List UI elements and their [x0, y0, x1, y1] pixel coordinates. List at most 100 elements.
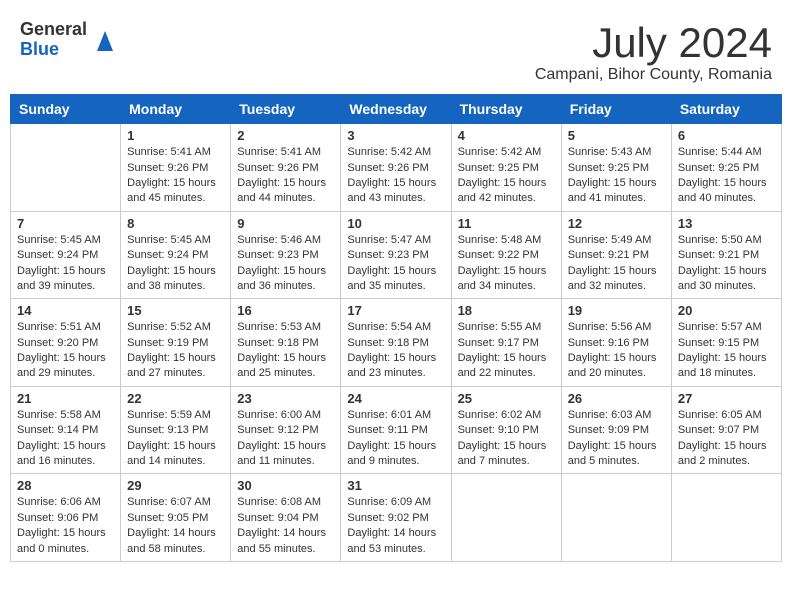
calendar-day-cell: 5 Sunrise: 5:43 AM Sunset: 9:25 PM Daylig…: [561, 124, 671, 212]
page-header: General Blue July 2024 Campani, Bihor Co…: [10, 10, 782, 89]
day-number: 4: [458, 128, 555, 143]
calendar-day-cell: 13Sunrise: 5:50 AM Sunset: 9:21 PM Dayli…: [671, 211, 781, 299]
day-info: Sunrise: 5:49 AM Sunset: 9:21 PM Dayligh…: [568, 233, 665, 295]
calendar-day-cell: 28Sunrise: 6:06 AM Sunset: 9:06 PM Dayli…: [11, 474, 121, 562]
day-info: Sunrise: 5:46 AM Sunset: 9:23 PM Dayligh…: [237, 233, 334, 295]
day-of-week-header: Friday: [561, 95, 671, 124]
calendar-day-cell: [451, 474, 561, 562]
day-number: 18: [458, 303, 555, 318]
calendar-day-cell: 3 Sunrise: 5:42 AM Sunset: 9:26 PM Daylig…: [341, 124, 451, 212]
day-info: Sunrise: 5:54 AM Sunset: 9:18 PM Dayligh…: [347, 320, 444, 382]
calendar-day-cell: 23 Sunrise: 6:00 AM Sunset: 9:12 PM Dayli…: [231, 386, 341, 474]
day-info: Sunrise: 5:56 AM Sunset: 9:16 PM Dayligh…: [568, 320, 665, 382]
logo-icon: [95, 29, 115, 51]
calendar-day-cell: 16Sunrise: 5:53 AM Sunset: 9:18 PM Dayli…: [231, 299, 341, 387]
day-info: Sunrise: 5:51 AM Sunset: 9:20 PM Dayligh…: [17, 320, 114, 382]
calendar-day-cell: 2 Sunrise: 5:41 AM Sunset: 9:26 PM Daylig…: [231, 124, 341, 212]
day-info: Sunrise: 5:41 AM Sunset: 9:26 PM Dayligh…: [127, 145, 224, 207]
day-number: 2: [237, 128, 334, 143]
logo-general-text: General: [20, 20, 87, 40]
calendar-day-cell: 20Sunrise: 5:57 AM Sunset: 9:15 PM Dayli…: [671, 299, 781, 387]
day-number: 23: [237, 391, 334, 406]
day-info: Sunrise: 5:48 AM Sunset: 9:22 PM Dayligh…: [458, 233, 555, 295]
day-number: 15: [127, 303, 224, 318]
calendar-day-cell: 4 Sunrise: 5:42 AM Sunset: 9:25 PM Daylig…: [451, 124, 561, 212]
calendar-day-cell: 9 Sunrise: 5:46 AM Sunset: 9:23 PM Daylig…: [231, 211, 341, 299]
calendar-day-cell: 6Sunrise: 5:44 AM Sunset: 9:25 PM Daylig…: [671, 124, 781, 212]
day-info: Sunrise: 6:08 AM Sunset: 9:04 PM Dayligh…: [237, 495, 334, 557]
calendar-day-cell: 31 Sunrise: 6:09 AM Sunset: 9:02 PM Dayli…: [341, 474, 451, 562]
calendar-week-row: 21 Sunrise: 5:58 AM Sunset: 9:14 PM Dayli…: [11, 386, 782, 474]
calendar-day-cell: 19 Sunrise: 5:56 AM Sunset: 9:16 PM Dayli…: [561, 299, 671, 387]
day-number: 6: [678, 128, 775, 143]
calendar-day-cell: 12 Sunrise: 5:49 AM Sunset: 9:21 PM Dayli…: [561, 211, 671, 299]
calendar-day-cell: 21 Sunrise: 5:58 AM Sunset: 9:14 PM Dayli…: [11, 386, 121, 474]
day-info: Sunrise: 5:57 AM Sunset: 9:15 PM Dayligh…: [678, 320, 775, 382]
day-number: 11: [458, 216, 555, 231]
calendar-week-row: 28Sunrise: 6:06 AM Sunset: 9:06 PM Dayli…: [11, 474, 782, 562]
day-number: 9: [237, 216, 334, 231]
calendar-day-cell: 1 Sunrise: 5:41 AM Sunset: 9:26 PM Daylig…: [121, 124, 231, 212]
day-of-week-header: Wednesday: [341, 95, 451, 124]
day-number: 8: [127, 216, 224, 231]
day-of-week-header: Saturday: [671, 95, 781, 124]
day-info: Sunrise: 6:06 AM Sunset: 9:06 PM Dayligh…: [17, 495, 114, 557]
day-number: 3: [347, 128, 444, 143]
calendar-day-cell: 18 Sunrise: 5:55 AM Sunset: 9:17 PM Dayli…: [451, 299, 561, 387]
day-number: 25: [458, 391, 555, 406]
calendar-header-row: SundayMondayTuesdayWednesdayThursdayFrid…: [11, 95, 782, 124]
logo-blue-text: Blue: [20, 40, 87, 60]
calendar-day-cell: 15 Sunrise: 5:52 AM Sunset: 9:19 PM Dayli…: [121, 299, 231, 387]
day-info: Sunrise: 5:50 AM Sunset: 9:21 PM Dayligh…: [678, 233, 775, 295]
day-info: Sunrise: 5:43 AM Sunset: 9:25 PM Dayligh…: [568, 145, 665, 207]
day-number: 24: [347, 391, 444, 406]
calendar-day-cell: 17 Sunrise: 5:54 AM Sunset: 9:18 PM Dayli…: [341, 299, 451, 387]
calendar-day-cell: 11 Sunrise: 5:48 AM Sunset: 9:22 PM Dayli…: [451, 211, 561, 299]
day-info: Sunrise: 6:09 AM Sunset: 9:02 PM Dayligh…: [347, 495, 444, 557]
day-number: 1: [127, 128, 224, 143]
month-title: July 2024: [535, 20, 772, 66]
calendar-day-cell: 22Sunrise: 5:59 AM Sunset: 9:13 PM Dayli…: [121, 386, 231, 474]
calendar-day-cell: 29Sunrise: 6:07 AM Sunset: 9:05 PM Dayli…: [121, 474, 231, 562]
calendar-week-row: 14Sunrise: 5:51 AM Sunset: 9:20 PM Dayli…: [11, 299, 782, 387]
calendar-day-cell: 10 Sunrise: 5:47 AM Sunset: 9:23 PM Dayli…: [341, 211, 451, 299]
day-info: Sunrise: 5:58 AM Sunset: 9:14 PM Dayligh…: [17, 408, 114, 470]
day-number: 31: [347, 478, 444, 493]
day-number: 7: [17, 216, 114, 231]
calendar-day-cell: 7 Sunrise: 5:45 AM Sunset: 9:24 PM Daylig…: [11, 211, 121, 299]
day-number: 22: [127, 391, 224, 406]
day-info: Sunrise: 5:52 AM Sunset: 9:19 PM Dayligh…: [127, 320, 224, 382]
logo: General Blue: [20, 20, 115, 60]
day-info: Sunrise: 6:02 AM Sunset: 9:10 PM Dayligh…: [458, 408, 555, 470]
day-info: Sunrise: 5:45 AM Sunset: 9:24 PM Dayligh…: [17, 233, 114, 295]
calendar-day-cell: [671, 474, 781, 562]
day-of-week-header: Sunday: [11, 95, 121, 124]
day-info: Sunrise: 6:00 AM Sunset: 9:12 PM Dayligh…: [237, 408, 334, 470]
day-number: 30: [237, 478, 334, 493]
day-number: 19: [568, 303, 665, 318]
calendar-day-cell: 14Sunrise: 5:51 AM Sunset: 9:20 PM Dayli…: [11, 299, 121, 387]
day-info: Sunrise: 6:05 AM Sunset: 9:07 PM Dayligh…: [678, 408, 775, 470]
calendar-week-row: 1 Sunrise: 5:41 AM Sunset: 9:26 PM Daylig…: [11, 124, 782, 212]
day-of-week-header: Thursday: [451, 95, 561, 124]
calendar-day-cell: 25 Sunrise: 6:02 AM Sunset: 9:10 PM Dayli…: [451, 386, 561, 474]
day-info: Sunrise: 5:45 AM Sunset: 9:24 PM Dayligh…: [127, 233, 224, 295]
calendar-day-cell: 26Sunrise: 6:03 AM Sunset: 9:09 PM Dayli…: [561, 386, 671, 474]
day-number: 17: [347, 303, 444, 318]
day-info: Sunrise: 5:47 AM Sunset: 9:23 PM Dayligh…: [347, 233, 444, 295]
day-info: Sunrise: 5:55 AM Sunset: 9:17 PM Dayligh…: [458, 320, 555, 382]
day-number: 27: [678, 391, 775, 406]
day-info: Sunrise: 5:42 AM Sunset: 9:26 PM Dayligh…: [347, 145, 444, 207]
day-number: 5: [568, 128, 665, 143]
title-area: July 2024 Campani, Bihor County, Romania: [535, 20, 772, 84]
day-number: 12: [568, 216, 665, 231]
calendar-day-cell: [561, 474, 671, 562]
day-of-week-header: Tuesday: [231, 95, 341, 124]
day-number: 16: [237, 303, 334, 318]
day-of-week-header: Monday: [121, 95, 231, 124]
day-info: Sunrise: 6:07 AM Sunset: 9:05 PM Dayligh…: [127, 495, 224, 557]
day-number: 10: [347, 216, 444, 231]
day-info: Sunrise: 5:42 AM Sunset: 9:25 PM Dayligh…: [458, 145, 555, 207]
day-number: 21: [17, 391, 114, 406]
day-info: Sunrise: 5:41 AM Sunset: 9:26 PM Dayligh…: [237, 145, 334, 207]
